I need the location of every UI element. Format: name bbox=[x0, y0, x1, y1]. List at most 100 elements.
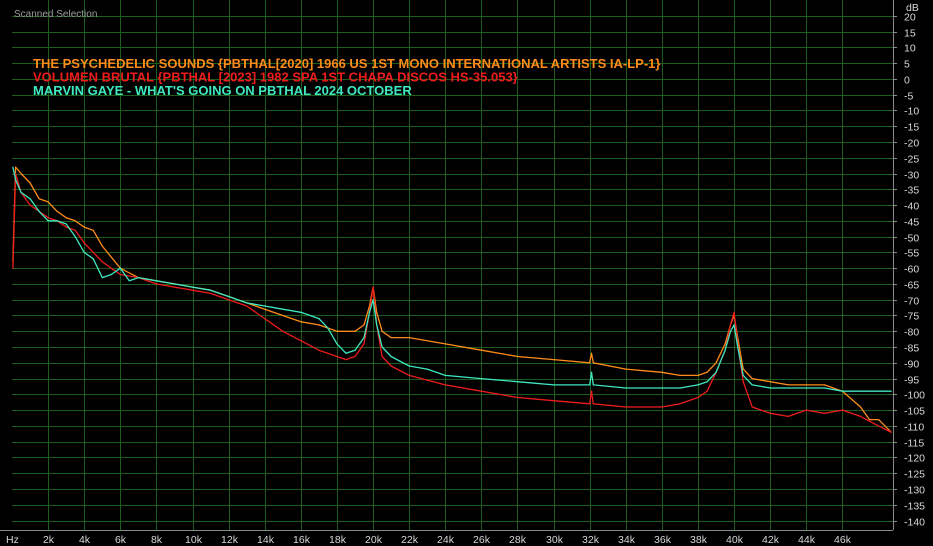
y-tick-label: -40 bbox=[904, 201, 919, 213]
data-point bbox=[47, 201, 49, 203]
y-tick-label: -10 bbox=[904, 106, 919, 118]
spectrum-chart: 2k 4k 6k 8k 10k 12k 14k 16k 18k 20k 22k 24k 26k 28k 30… bbox=[0, 0, 933, 546]
x-tick-label: 22k bbox=[401, 534, 419, 546]
data-point bbox=[345, 359, 347, 361]
data-point bbox=[246, 305, 248, 307]
data-point bbox=[264, 305, 266, 307]
data-point bbox=[336, 355, 338, 358]
x-tick-label: 20k bbox=[365, 534, 383, 546]
data-point bbox=[426, 368, 428, 370]
data-point bbox=[805, 384, 807, 386]
data-point bbox=[589, 403, 591, 405]
data-point bbox=[729, 324, 732, 326]
data-point bbox=[625, 406, 627, 408]
data-point bbox=[29, 182, 31, 184]
y-tick-label: 5 bbox=[904, 59, 910, 71]
data-point bbox=[625, 387, 627, 389]
y-tick-label: -70 bbox=[904, 296, 919, 308]
data-point bbox=[516, 355, 519, 358]
data-point bbox=[787, 415, 789, 417]
data-point bbox=[318, 349, 320, 351]
y-tick-label: -85 bbox=[904, 343, 919, 355]
data-point bbox=[769, 412, 771, 414]
data-point bbox=[480, 378, 482, 380]
data-point bbox=[742, 368, 744, 370]
data-point bbox=[74, 236, 76, 238]
x-tick-label: 14k bbox=[257, 534, 275, 546]
x-tick-label: 16k bbox=[293, 534, 311, 546]
data-point bbox=[697, 396, 699, 399]
data-point bbox=[15, 179, 17, 181]
y-tick-label: -90 bbox=[904, 359, 919, 371]
data-point bbox=[327, 327, 329, 329]
y-tick-label: -80 bbox=[904, 327, 919, 339]
data-point bbox=[661, 371, 663, 373]
x-tick-label: 32k bbox=[582, 534, 600, 546]
x-tick-label: 6k bbox=[115, 534, 127, 546]
data-point bbox=[47, 217, 49, 219]
data-point bbox=[173, 286, 176, 288]
data-point bbox=[878, 425, 880, 427]
x-tick-label: 40k bbox=[726, 534, 744, 546]
data-point bbox=[155, 283, 157, 285]
data-point bbox=[354, 330, 356, 332]
x-tick-label: 24k bbox=[437, 534, 455, 546]
y-tick-label: -100 bbox=[904, 390, 925, 402]
data-point bbox=[12, 267, 14, 269]
x-tick-label: 36k bbox=[654, 534, 672, 546]
data-point bbox=[737, 346, 739, 348]
y-tick-label: -45 bbox=[904, 217, 919, 229]
data-point bbox=[20, 172, 22, 175]
data-point bbox=[590, 371, 593, 373]
data-point bbox=[110, 273, 112, 276]
data-point bbox=[787, 384, 789, 386]
data-point bbox=[805, 387, 807, 389]
data-point bbox=[228, 299, 230, 301]
x-tick-label: 26k bbox=[473, 534, 491, 546]
data-point bbox=[83, 242, 85, 244]
data-point bbox=[751, 384, 753, 386]
y-tick-label: 0 bbox=[904, 75, 910, 87]
data-point bbox=[805, 409, 807, 411]
y-tick-label: -115 bbox=[904, 438, 924, 450]
legend-entry-3: MARVIN GAYE - WHAT'S GOING ON PBTHAL 202… bbox=[33, 83, 412, 98]
data-point bbox=[724, 349, 726, 351]
data-point bbox=[264, 318, 266, 320]
data-point bbox=[376, 311, 378, 313]
y-tick-label: -20 bbox=[904, 138, 919, 150]
y-tick-label: -95 bbox=[904, 375, 919, 387]
data-point bbox=[589, 384, 591, 386]
data-point bbox=[173, 283, 176, 285]
data-point bbox=[38, 198, 40, 200]
data-point bbox=[282, 314, 284, 317]
data-point bbox=[318, 318, 320, 320]
data-point bbox=[553, 359, 555, 361]
data-point bbox=[119, 267, 121, 269]
data-point bbox=[336, 330, 338, 332]
data-point bbox=[733, 311, 735, 313]
data-point bbox=[282, 308, 284, 310]
data-point bbox=[679, 374, 681, 376]
data-point bbox=[823, 412, 826, 414]
y-tick-label: -55 bbox=[904, 248, 919, 260]
data-point bbox=[706, 371, 708, 373]
data-point bbox=[715, 371, 717, 373]
data-point bbox=[119, 273, 121, 276]
data-point bbox=[679, 387, 681, 389]
data-point bbox=[155, 280, 157, 282]
data-point bbox=[733, 324, 735, 326]
data-point bbox=[300, 321, 302, 323]
y-tick-label: -50 bbox=[904, 233, 919, 245]
data-point bbox=[83, 251, 85, 253]
data-point bbox=[589, 362, 591, 364]
x-axis-label: Hz bbox=[6, 534, 19, 546]
data-point bbox=[742, 374, 744, 376]
y-tick-label: 15 bbox=[904, 28, 916, 40]
y-tick-label: -60 bbox=[904, 264, 919, 276]
y-tick-label: -35 bbox=[904, 185, 919, 197]
data-point bbox=[376, 324, 378, 326]
data-point bbox=[787, 387, 789, 389]
data-point bbox=[128, 280, 130, 282]
x-tick-label: 44k bbox=[798, 534, 816, 546]
data-point bbox=[625, 368, 627, 370]
